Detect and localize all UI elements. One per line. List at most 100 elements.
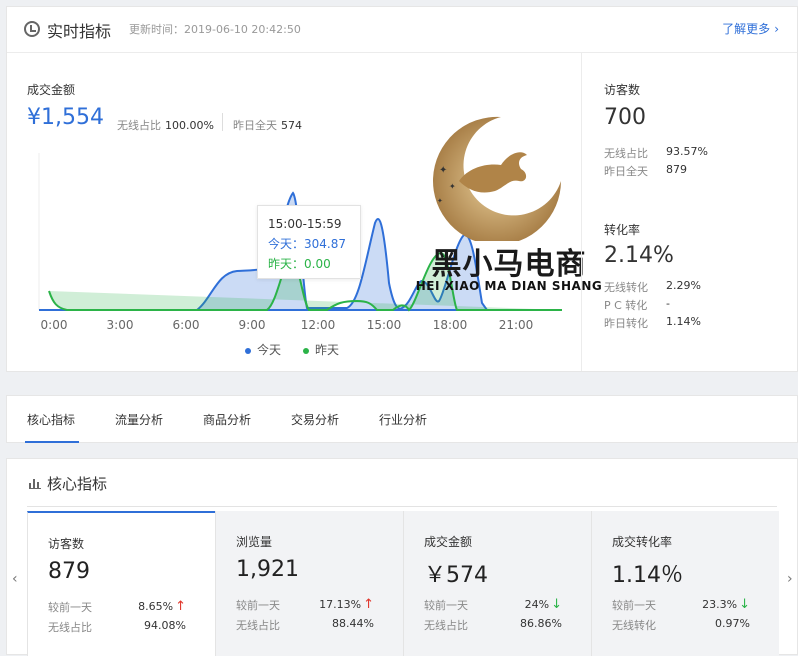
x-tick-label: 3:00 [107, 318, 134, 332]
visitors-label: 访客数 [604, 83, 641, 97]
update-time-value: 2019-06-10 20:42:50 [184, 23, 301, 36]
card-value: 1,921 [236, 557, 299, 582]
tab-product-analysis[interactable]: 商品分析 [203, 411, 251, 428]
trend-up-icon: ↑ [363, 597, 374, 612]
card-compare-label: 较前一天 [612, 599, 656, 612]
visitors-wireless: 无线占比 93.57% [604, 145, 724, 161]
realtime-header: 实时指标 更新时间：2019-06-10 20:42:50 了解更多 › [7, 7, 797, 53]
conversion-wireless: 无线转化 2.29% [604, 279, 724, 295]
x-tick-label: 18:00 [433, 318, 468, 332]
card-sub-label: 无线占比 [48, 621, 92, 634]
metric-card-sales[interactable]: 成交金额 ￥574 较前一天 24% ↓ 无线占比 86.86% [403, 511, 591, 656]
tab-traffic-analysis[interactable]: 流量分析 [115, 411, 163, 428]
card-sub-label: 无线转化 [612, 619, 656, 632]
conversion-label: 转化率 [604, 223, 641, 237]
card-compare-row: 较前一天 17.13% ↑ [236, 597, 386, 613]
card-sub-label: 无线占比 [424, 619, 468, 632]
legend-today-label: 今天 [257, 343, 282, 357]
x-tick-label: 21:00 [499, 318, 534, 332]
compare-value-text: 17.13% [319, 598, 362, 611]
card-sub-label: 无线占比 [236, 619, 280, 632]
legend-yesterday[interactable]: 昨天 [303, 341, 339, 358]
svg-text:✦: ✦ [439, 165, 447, 176]
conversion-yesterday-label: 昨日转化 [604, 317, 648, 330]
visitors-yesterday-value: 879 [666, 163, 687, 176]
card-value: 879 [48, 559, 90, 584]
x-tick-labels: 0:00 3:00 6:00 9:00 12:00 15:00 18:00 21:00 [41, 318, 534, 332]
learn-more-label: 了解更多 [722, 22, 771, 36]
sales-yesterday: 昨日全天 574 [233, 117, 302, 133]
card-compare-row: 较前一天 24% ↓ [424, 597, 574, 613]
sales-yesterday-label: 昨日全天 [233, 119, 277, 132]
tab-core-metrics[interactable]: 核心指标 [24, 411, 80, 443]
metric-card-visitors[interactable]: 访客数 879 较前一天 8.65% ↑ 无线占比 94.08% [27, 511, 215, 656]
compare-value-text: 24% [524, 598, 550, 611]
legend-yesterday-label: 昨天 [315, 343, 340, 357]
card-sub-row: 无线占比 86.86% [424, 617, 574, 633]
svg-text:✦: ✦ [449, 182, 456, 191]
tooltip-yesterday: 昨天：0.00 [268, 257, 331, 271]
x-tick-label: 0:00 [41, 318, 68, 332]
card-compare-value: 23.3% ↓ [702, 597, 750, 612]
learn-more-link[interactable]: 了解更多 › [722, 20, 779, 37]
legend-today[interactable]: 今天 [245, 341, 281, 358]
chart-tooltip: 15:00-15:59 今天：304.87 昨天：0.00 [257, 205, 361, 279]
watermark-logo: ✦ ✦ ✦ 黑小马电商 HEI XIAO MA DIAN SHANG [409, 111, 609, 299]
tooltip-time: 15:00-15:59 [268, 217, 342, 231]
update-time: 更新时间：2019-06-10 20:42:50 [129, 21, 301, 37]
card-value: ￥574 [424, 563, 488, 588]
x-tick-label: 12:00 [301, 318, 336, 332]
x-tick-label: 6:00 [173, 318, 200, 332]
conversion-value: 2.14% [604, 243, 674, 268]
trend-up-icon: ↑ [175, 599, 186, 614]
x-tick-label: 9:00 [239, 318, 266, 332]
bar-chart-icon [29, 479, 41, 489]
sales-wireless-label: 无线占比 [117, 119, 161, 132]
metric-card-conversion[interactable]: 成交转化率 1.14％ 较前一天 23.3% ↓ 无线转化 0.97% [591, 511, 779, 656]
realtime-panel: 实时指标 更新时间：2019-06-10 20:42:50 了解更多 › 成交金额… [6, 6, 798, 372]
visitors-yesterday-label: 昨日全天 [604, 165, 648, 178]
card-sub-row: 无线占比 88.44% [236, 617, 386, 633]
tab-industry-analysis[interactable]: 行业分析 [379, 411, 427, 428]
conversion-yesterday-value: 1.14% [666, 315, 701, 328]
today-dot-icon [245, 347, 251, 354]
card-sub-value: 86.86% [520, 617, 562, 630]
visitors-yesterday: 昨日全天 879 [604, 163, 724, 179]
core-metrics-panel: 核心指标 ‹ 访客数 879 较前一天 8.65% ↑ 无线占比 94.08% 浏览量… [6, 458, 798, 656]
realtime-title: 实时指标 [47, 22, 112, 41]
divider [27, 506, 777, 507]
yesterday-dot-icon [303, 347, 309, 354]
conversion-pc-label: P C 转化 [604, 299, 648, 312]
card-label: 成交转化率 [612, 535, 673, 549]
sales-wireless: 无线占比 100.00% [117, 117, 214, 133]
card-sub-value: 88.44% [332, 617, 374, 630]
compare-value-text: 23.3% [702, 598, 738, 611]
sales-yesterday-value: 574 [281, 119, 302, 132]
metric-card-pageviews[interactable]: 浏览量 1,921 较前一天 17.13% ↑ 无线占比 88.44% [215, 511, 403, 656]
core-metrics-title: 核心指标 [47, 475, 108, 493]
card-label: 浏览量 [236, 535, 273, 549]
tab-trade-analysis[interactable]: 交易分析 [291, 411, 339, 428]
card-compare-row: 较前一天 23.3% ↓ [612, 597, 762, 613]
analysis-tabs: 核心指标 流量分析 商品分析 交易分析 行业分析 [6, 395, 798, 443]
watermark-subtext: HEI XIAO MA DIAN SHANG [415, 279, 603, 293]
next-page-button[interactable]: › [787, 571, 793, 587]
card-sub-row: 无线转化 0.97% [612, 617, 762, 633]
sales-wireless-value: 100.00% [165, 119, 214, 132]
card-compare-value: 17.13% ↑ [319, 597, 374, 612]
tooltip-today: 今天：304.87 [268, 237, 346, 251]
compare-value-text: 8.65% [138, 600, 174, 613]
core-metrics-header: 核心指标 [7, 459, 797, 507]
card-sub-value: 0.97% [715, 617, 750, 630]
visitors-wireless-value: 93.57% [666, 145, 708, 158]
card-sub-value: 94.08% [144, 619, 186, 632]
card-compare-label: 较前一天 [424, 599, 468, 612]
prev-page-button[interactable]: ‹ [12, 571, 18, 587]
conversion-wireless-label: 无线转化 [604, 281, 648, 294]
card-label: 访客数 [48, 537, 85, 551]
card-value: 1.14％ [612, 563, 683, 588]
chevron-right-icon: › [774, 22, 779, 36]
trend-down-icon: ↓ [551, 597, 562, 612]
svg-text:✦: ✦ [437, 197, 443, 205]
conversion-yesterday: 昨日转化 1.14% [604, 315, 724, 331]
